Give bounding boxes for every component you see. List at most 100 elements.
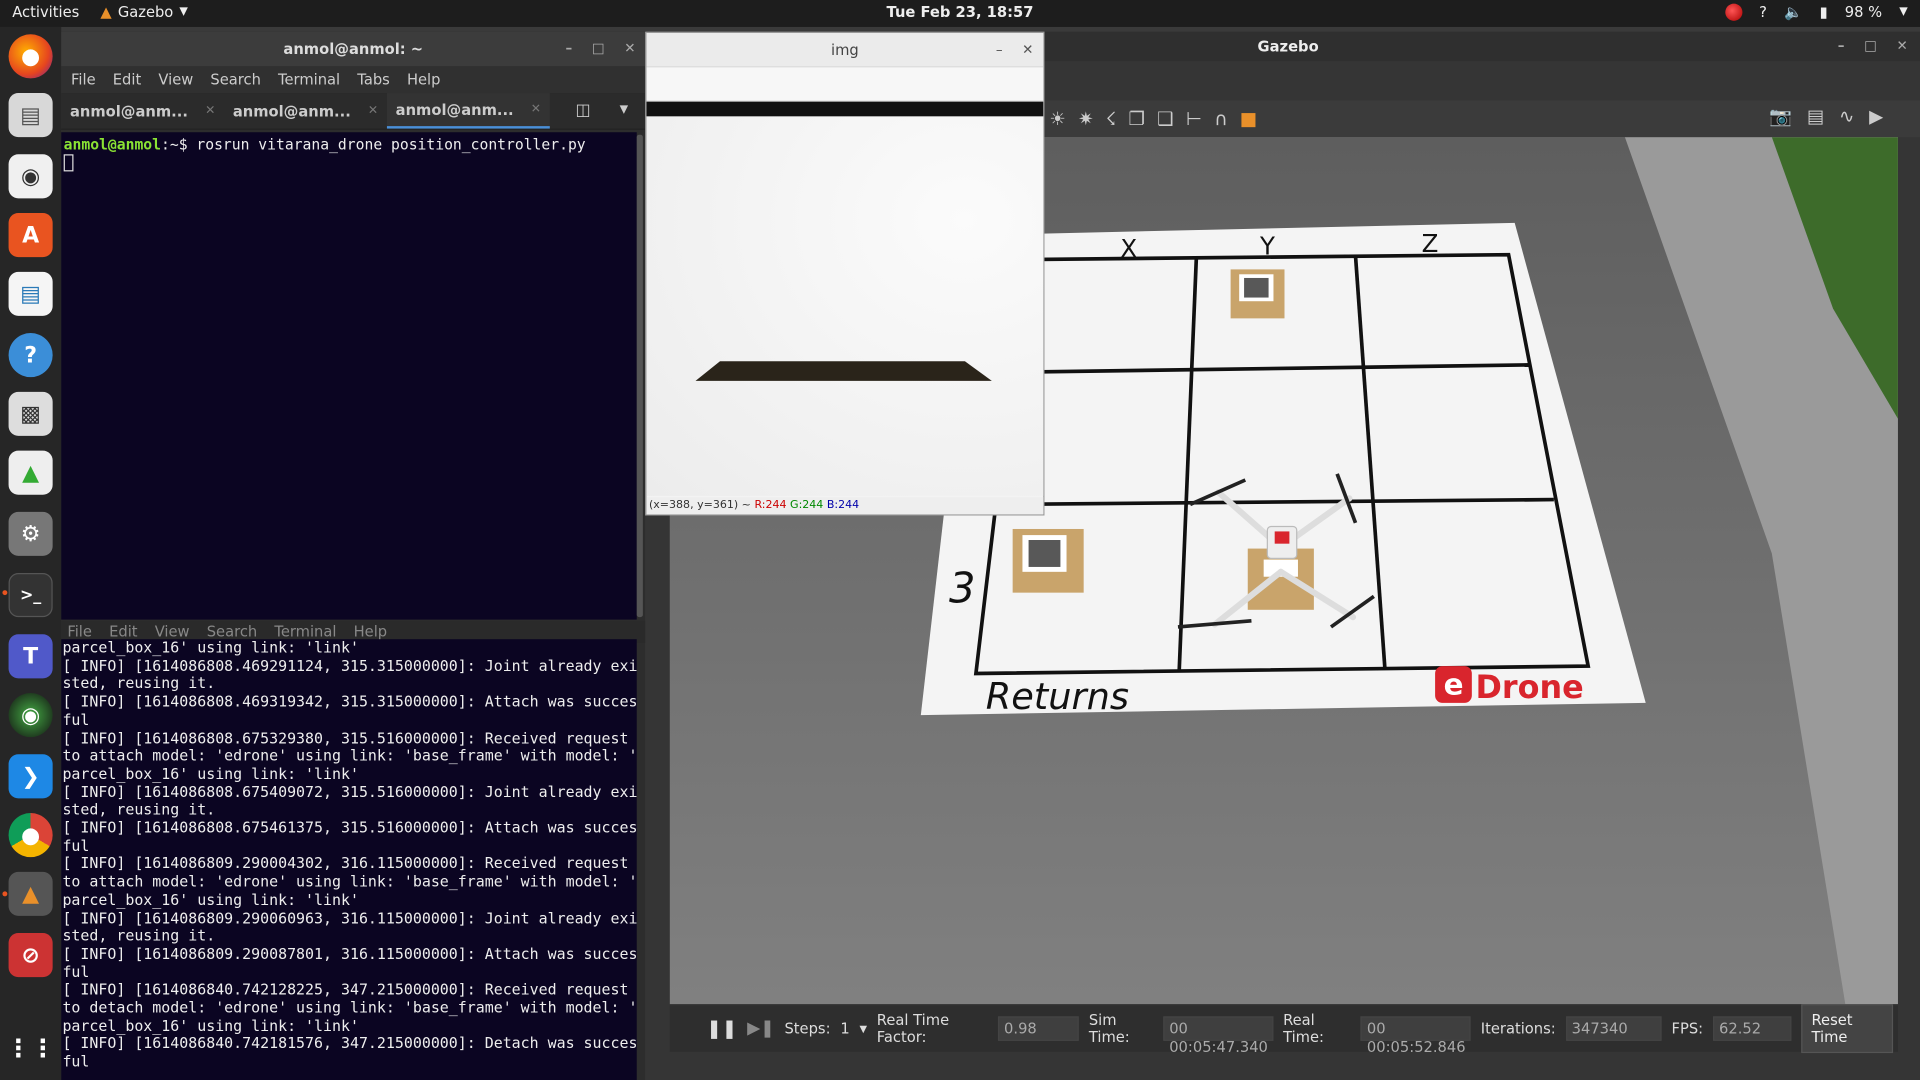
grid-label-z: Z (1422, 229, 1439, 258)
pixel-position: (x=388, y=361) ~ (648, 499, 751, 512)
fps-field: 62.52 (1712, 1016, 1792, 1041)
prompt-user: anmol@anmol (63, 135, 162, 154)
screenshot-icon[interactable]: 📷 (1769, 105, 1792, 127)
app-grid-icon[interactable]: ⋮⋮ (6, 1026, 55, 1070)
img-titlebar[interactable]: img – ✕ (646, 33, 1044, 68)
menu-file[interactable]: File (71, 71, 96, 88)
gazebo-icon[interactable]: ▲ (8, 871, 53, 916)
help-icon[interactable]: ? (1759, 4, 1767, 21)
menu-view[interactable]: View (158, 71, 193, 88)
menu-search[interactable]: Search (210, 71, 260, 88)
point-light-icon[interactable]: ✷ (1078, 108, 1093, 130)
close-icon[interactable]: ✕ (624, 32, 635, 66)
system-monitor-icon[interactable]: ⊘ (8, 933, 53, 978)
menu-tabs[interactable]: Tabs (357, 71, 390, 88)
close-icon[interactable]: ✕ (1022, 33, 1033, 67)
gear-icon[interactable]: ⚙ (8, 511, 53, 556)
steps-value[interactable]: 1 (840, 1020, 849, 1037)
reset-time-button[interactable]: Reset Time (1801, 1004, 1894, 1054)
iterations-field: 347340 (1565, 1016, 1662, 1041)
teams-icon[interactable]: T (8, 634, 53, 679)
snap-icon[interactable]: ∩ (1214, 108, 1227, 130)
menu-search[interactable]: Search (207, 623, 257, 640)
paste-icon[interactable]: ❑ (1157, 108, 1173, 130)
parcel-box[interactable] (1230, 269, 1285, 319)
copy-icon[interactable]: ❐ (1129, 108, 1145, 130)
menu-edit[interactable]: Edit (109, 623, 137, 640)
minimize-icon[interactable]: – (566, 32, 573, 66)
tab-label: anmol@anm... (69, 102, 188, 120)
sun-light-icon[interactable]: ☀ (1049, 108, 1065, 130)
chrome-icon[interactable]: ● (8, 813, 53, 858)
img-status-line: (x=388, y=361) ~ R:244 G:244 B:244 (646, 497, 1044, 515)
files-icon[interactable]: ▤ (8, 93, 53, 138)
firefox-icon[interactable]: ● (8, 34, 53, 79)
terminal-tab[interactable]: anmol@anm... ✕ (61, 93, 224, 129)
record-icon[interactable] (1724, 3, 1743, 21)
camera-icon[interactable]: ◉ (8, 693, 53, 738)
terminal-tab[interactable]: anmol@anm... ✕ (224, 93, 387, 129)
battery-icon[interactable]: ▮ (1820, 4, 1828, 21)
row-label: 3 (949, 563, 975, 612)
vscode-icon[interactable]: ❯ (8, 754, 53, 799)
minimize-icon[interactable]: – (1838, 38, 1845, 54)
menu-edit[interactable]: Edit (113, 71, 141, 88)
new-tab-icon[interactable]: ◫ (576, 102, 591, 120)
align-icon[interactable]: ⊢ (1186, 108, 1202, 130)
step-icon[interactable]: ▶❚ (747, 1019, 775, 1039)
volume-icon[interactable]: 🔈 (1784, 4, 1802, 21)
close-icon[interactable]: ✕ (1896, 38, 1907, 54)
spot-light-icon[interactable]: ☇ (1106, 108, 1117, 130)
gazebo-log-output[interactable]: parcel_box_16' using link: 'link' [ INFO… (61, 639, 637, 1080)
help-icon[interactable]: ? (8, 333, 53, 378)
menu-terminal[interactable]: Terminal (274, 623, 336, 640)
writer-icon[interactable]: ▤ (8, 271, 53, 316)
prompt-command: :~$ rosrun vitarana_drone position_contr… (161, 135, 586, 154)
tab-label: anmol@anm... (232, 102, 351, 120)
tab-label: anmol@anm... (395, 101, 514, 119)
edrone-logo-e: e (1444, 667, 1464, 701)
grid-label-x: X (1120, 234, 1137, 263)
chevron-down-icon[interactable]: ▼ (620, 104, 628, 116)
parcel-box[interactable] (1012, 528, 1084, 593)
system-tray[interactable]: ? 🔈 ▮ 98 % ▼ (1724, 3, 1908, 21)
real-time-label: Real Time: (1283, 1011, 1324, 1046)
chevron-down-icon[interactable]: ▼ (1899, 6, 1907, 18)
menu-help[interactable]: Help (354, 623, 388, 640)
terminal-icon[interactable]: >_ (8, 573, 53, 618)
app-menu[interactable]: ▲ Gazebo ▼ (100, 4, 187, 21)
menu-file[interactable]: File (67, 623, 92, 640)
photos-icon[interactable]: ▲ (8, 450, 53, 495)
maximize-icon[interactable]: □ (592, 32, 605, 66)
sim-time-field: 00 00:05:47.340 (1163, 1016, 1274, 1056)
grid-label-y: Y (1259, 232, 1275, 261)
close-icon[interactable]: ✕ (205, 104, 215, 117)
minimize-icon[interactable]: – (996, 33, 1003, 67)
record-video-icon[interactable]: ▶ (1869, 105, 1883, 127)
close-icon[interactable]: ✕ (531, 103, 541, 116)
activities-button[interactable]: Activities (12, 4, 79, 21)
chevron-down-icon[interactable]: ▼ (859, 1023, 867, 1034)
battery-percent: 98 % (1844, 3, 1883, 21)
scrollbar[interactable] (636, 134, 643, 618)
rhythmbox-icon[interactable]: ◉ (8, 154, 53, 199)
color-select-icon[interactable]: ■ (1240, 108, 1257, 130)
log-icon[interactable]: ▤ (1807, 105, 1824, 127)
terminal-titlebar[interactable]: anmol@anmol: ~ – □ ✕ (61, 31, 646, 67)
camera-image[interactable] (646, 101, 1044, 496)
software-icon[interactable]: A (8, 213, 53, 258)
app-menu-label: Gazebo (117, 3, 174, 21)
terminal-menubar: File Edit View Search Terminal Tabs Help (61, 66, 646, 94)
menu-view[interactable]: View (155, 623, 190, 640)
menu-terminal[interactable]: Terminal (278, 71, 340, 88)
close-icon[interactable]: ✕ (368, 104, 378, 117)
clock[interactable]: Tue Feb 23, 18:57 (0, 4, 1920, 21)
menu-help[interactable]: Help (407, 71, 441, 88)
plot-icon[interactable]: ∿ (1839, 105, 1854, 127)
maximize-icon[interactable]: □ (1864, 38, 1877, 54)
terminal-tab-active[interactable]: anmol@anm... ✕ (386, 93, 550, 129)
settings-board-icon[interactable]: ▩ (8, 391, 53, 436)
rtf-field: 0.98 (997, 1016, 1080, 1041)
terminal-output[interactable]: anmol@anmol:~$ rosrun vitarana_drone pos… (61, 132, 637, 620)
pause-icon[interactable]: ❚❚ (707, 1018, 738, 1040)
